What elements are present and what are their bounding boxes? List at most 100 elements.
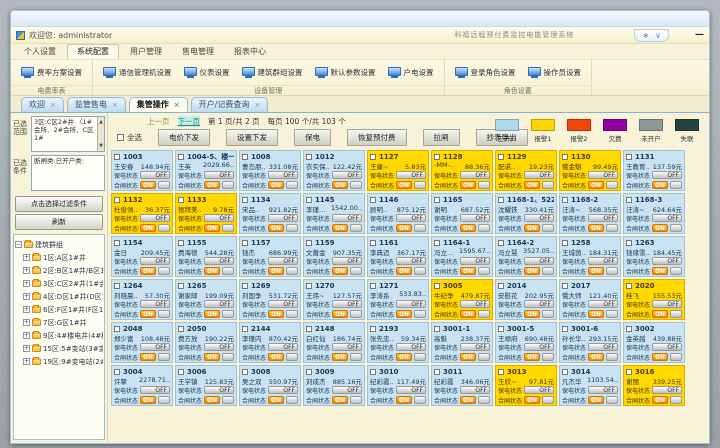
baodian-off-toggle[interactable]: OFF [140, 300, 170, 308]
collapse-icon[interactable]: − [15, 241, 22, 248]
meter-card[interactable]: 2020 桂飞 155.53元 保电状态 OFF 合闸状态 ON [623, 279, 685, 320]
select-all-checkbox[interactable] [117, 134, 124, 141]
baodian-off-toggle[interactable]: OFF [140, 343, 170, 351]
hezha-on-toggle[interactable]: ON [268, 181, 284, 189]
hezha-on-toggle[interactable]: ON [204, 353, 220, 361]
hezha-on-toggle[interactable]: ON [332, 267, 348, 275]
hezha-on-toggle[interactable]: ON [524, 267, 540, 275]
filter-button[interactable]: 点击选择过滤条件 [15, 196, 103, 212]
hezha-off-area[interactable] [414, 267, 426, 275]
meter-card[interactable]: 1159 文蔷金 907.35元 保电状态 OFF 合闸状态 ON [303, 236, 365, 277]
hezha-off-area[interactable] [158, 396, 170, 404]
baodian-off-toggle[interactable]: OFF [332, 343, 362, 351]
baodian-off-toggle[interactable]: OFF [268, 386, 298, 394]
hezha-on-toggle[interactable]: ON [396, 267, 412, 275]
baodian-off-toggle[interactable]: OFF [460, 214, 490, 222]
card-checkbox[interactable] [434, 197, 440, 203]
baodian-off-toggle[interactable]: OFF [524, 214, 554, 222]
tab-1[interactable]: 监管售电× [67, 97, 126, 112]
meter-card[interactable]: 3001-1 高魁 238.37元 保电状态 OFF 合闸状态 ON [431, 322, 493, 363]
baodian-off-toggle[interactable]: OFF [332, 386, 362, 394]
card-checkbox[interactable] [114, 197, 120, 203]
hezha-off-area[interactable] [542, 267, 554, 275]
hezha-on-toggle[interactable]: ON [588, 224, 604, 232]
card-checkbox[interactable] [242, 240, 248, 246]
meter-card[interactable]: 1003 王安春 148.94元 保电状态 OFF 合闸状态 ON [111, 150, 173, 191]
baodian-off-toggle[interactable]: OFF [140, 386, 170, 394]
hezha-on-toggle[interactable]: ON [460, 310, 476, 318]
meter-card[interactable]: 1263 钱缘雪.. 184.45元 保电状态 OFF 合闸状态 ON [623, 236, 685, 277]
hezha-on-toggle[interactable]: ON [268, 396, 284, 404]
card-checkbox[interactable] [306, 154, 312, 160]
tree-root[interactable]: −建筑群组 [15, 238, 103, 251]
card-checkbox[interactable] [434, 240, 440, 246]
hezha-on-toggle[interactable]: ON [396, 310, 412, 318]
hezha-off-area[interactable] [286, 396, 298, 404]
card-checkbox[interactable] [498, 197, 504, 203]
meter-card[interactable]: 1145 李瑾先.. 1542.00.. 保电状态 OFF 合闸状态 ON [303, 193, 365, 234]
hezha-off-area[interactable] [222, 181, 234, 189]
ribbon-button[interactable]: 默认参数设置 [309, 60, 382, 85]
ribbon-button[interactable]: 操作员设置 [522, 60, 588, 85]
card-checkbox[interactable] [434, 283, 440, 289]
ribbon-button[interactable]: 费率方案设置 [15, 60, 88, 85]
hezha-off-area[interactable] [414, 396, 426, 404]
baodian-off-toggle[interactable]: OFF [652, 171, 682, 179]
hezha-off-area[interactable] [606, 310, 618, 318]
hezha-off-area[interactable] [478, 267, 490, 275]
meter-card[interactable]: 1157 钱杰 686.99元 保电状态 OFF 合闸状态 ON [239, 236, 301, 277]
meter-card[interactable]: 1008 曹岛朋.. 331.08元 保电状态 OFF 合闸状态 ON [239, 150, 301, 191]
hezha-on-toggle[interactable]: ON [332, 310, 348, 318]
card-checkbox[interactable] [242, 283, 248, 289]
tab-close-icon[interactable]: × [50, 101, 56, 109]
hezha-on-toggle[interactable]: ON [460, 224, 476, 232]
baodian-off-toggle[interactable]: OFF [460, 257, 490, 265]
meter-card[interactable]: 1270 王玮~ 127.57元 保电状态 OFF 合闸状态 ON [303, 279, 365, 320]
meter-card[interactable]: 1168-1、522 沈耀铁 330.41元 保电状态 OFF 合闸状态 ON [495, 193, 557, 234]
card-checkbox[interactable] [306, 240, 312, 246]
tree-item-5[interactable]: +7区:G区1#井 [15, 316, 103, 329]
baodian-off-toggle[interactable]: OFF [396, 386, 426, 394]
card-checkbox[interactable] [242, 326, 248, 332]
hezha-off-area[interactable] [286, 224, 298, 232]
hezha-off-area[interactable] [670, 267, 682, 275]
baodian-off-toggle[interactable]: OFF [588, 343, 618, 351]
menu-item-1[interactable]: 系统配置 [67, 44, 119, 59]
hezha-off-area[interactable] [414, 310, 426, 318]
hezha-on-toggle[interactable]: ON [204, 224, 220, 232]
baodian-off-toggle[interactable]: OFF [652, 257, 682, 265]
tree-item-1[interactable]: +2区:B区1#井/B区1#井 [15, 264, 103, 277]
hezha-on-toggle[interactable]: ON [588, 181, 604, 189]
card-checkbox[interactable] [370, 240, 376, 246]
hezha-on-toggle[interactable]: ON [396, 353, 412, 361]
meter-card[interactable]: 2144 李瑾内 870.42元 保电状态 OFF 合闸状态 ON [239, 322, 301, 363]
hezha-off-area[interactable] [542, 396, 554, 404]
hezha-on-toggle[interactable]: ON [140, 181, 156, 189]
hezha-on-toggle[interactable]: ON [524, 396, 540, 404]
baodian-off-toggle[interactable]: OFF [652, 343, 682, 351]
hezha-on-toggle[interactable]: ON [140, 396, 156, 404]
baodian-off-toggle[interactable]: OFF [204, 214, 234, 222]
hezha-off-area[interactable] [286, 267, 298, 275]
card-checkbox[interactable] [114, 283, 120, 289]
hezha-off-area[interactable] [286, 181, 298, 189]
menu-item-2[interactable]: 用户管理 [121, 45, 171, 59]
hezha-off-area[interactable] [542, 310, 554, 318]
meter-card[interactable]: 2014 安慰花 202.95元 保电状态 OFF 合闸状态 ON [495, 279, 557, 320]
window-style-control[interactable]: ∗ ∨ [634, 29, 669, 42]
toolbar-button-4[interactable]: 拉闸 [423, 129, 460, 146]
card-checkbox[interactable] [178, 326, 184, 332]
baodian-off-toggle[interactable]: OFF [140, 171, 170, 179]
tab-close-icon[interactable]: × [112, 101, 118, 109]
tree-item-3[interactable]: +4区:D区1#井(D区1#) [15, 290, 103, 303]
chevron-down-icon[interactable]: ∨ [655, 31, 661, 40]
hezha-on-toggle[interactable]: ON [652, 310, 668, 318]
baodian-off-toggle[interactable]: OFF [588, 257, 618, 265]
baodian-off-toggle[interactable]: OFF [524, 171, 554, 179]
hezha-on-toggle[interactable]: ON [524, 310, 540, 318]
meter-card[interactable]: 3016 谢丽 339.25元 保电状态 OFF 合闸状态 ON [623, 365, 685, 406]
toolbar-button-0[interactable]: 电价下发 [158, 129, 210, 146]
condition-listbox[interactable]: 断闸类:已开户类: [31, 155, 105, 191]
baodian-off-toggle[interactable]: OFF [332, 171, 362, 179]
card-checkbox[interactable] [562, 240, 568, 246]
